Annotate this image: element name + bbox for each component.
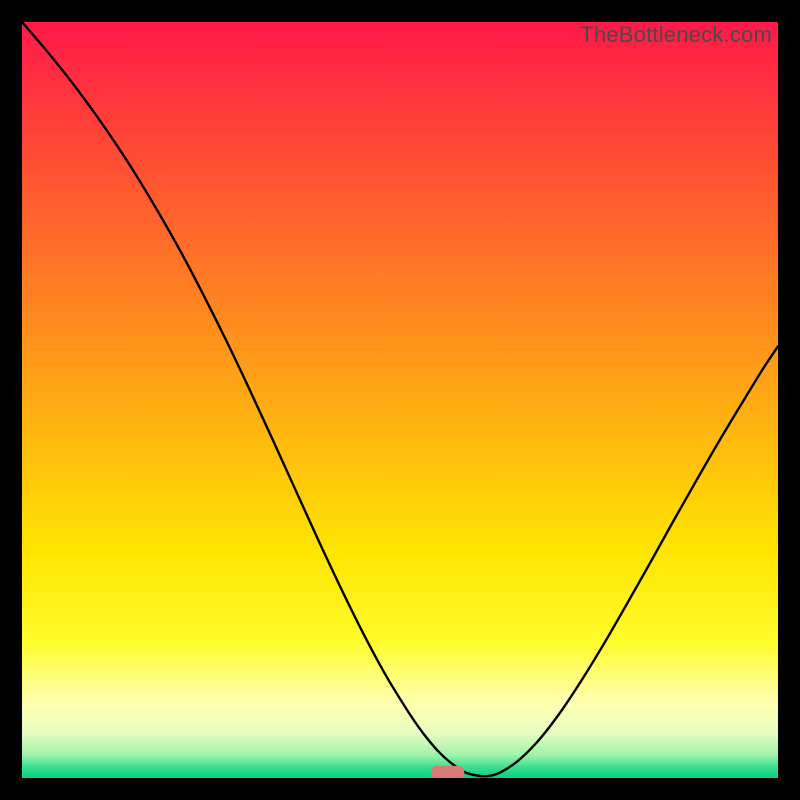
plot-background	[22, 22, 778, 778]
gradient-rect	[22, 22, 778, 778]
watermark-text: TheBottleneck.com	[580, 22, 772, 48]
plot-frame: TheBottleneck.com	[22, 22, 778, 778]
